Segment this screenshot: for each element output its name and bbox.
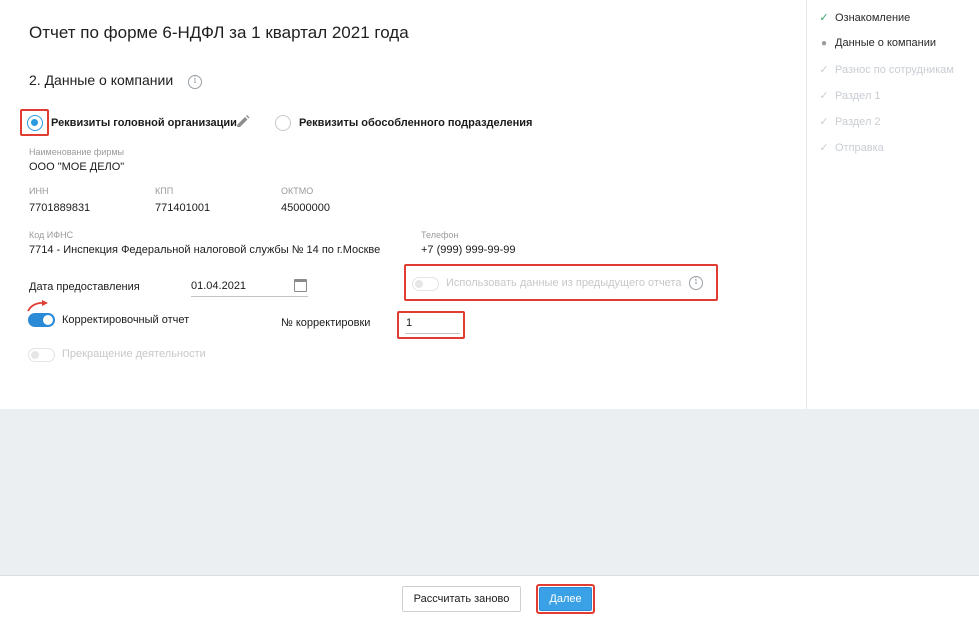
phone-label: Телефон	[421, 230, 459, 240]
termination-label: Прекращение деятельности	[62, 348, 206, 360]
background-area	[0, 409, 979, 575]
step-label: Данные о компании	[835, 37, 937, 49]
kpp-label: КПП	[155, 186, 174, 196]
step-label: Ознакомление	[835, 12, 911, 24]
calendar-icon[interactable]	[294, 279, 307, 292]
step-employees: ✓ Разнос по сотрудникам	[818, 63, 954, 76]
correction-toggle[interactable]	[28, 313, 55, 327]
ifns-value: 7714 - Инспекция Федеральной налоговой с…	[29, 244, 381, 256]
page-title: Отчет по форме 6-НДФЛ за 1 квартал 2021 …	[29, 23, 409, 42]
date-value: 01.04.2021	[191, 280, 247, 292]
date-input[interactable]: 01.04.2021	[191, 277, 308, 297]
correction-num-input[interactable]: 1	[405, 316, 460, 334]
check-icon: ✓	[819, 142, 829, 154]
radio-head-org-label[interactable]: Реквизиты головной организации	[51, 117, 237, 129]
radio-head-org[interactable]	[27, 115, 43, 131]
termination-toggle[interactable]	[28, 348, 55, 362]
check-icon: ✓	[819, 90, 829, 102]
kpp-value: 771401001	[155, 202, 211, 214]
pencil-icon[interactable]	[234, 114, 252, 130]
radio-branch-label[interactable]: Реквизиты обособленного подразделения	[299, 117, 532, 129]
check-icon: ✓	[819, 116, 829, 128]
recalculate-button[interactable]: Рассчитать заново	[402, 586, 521, 612]
next-button[interactable]: Далее	[539, 587, 592, 611]
date-label: Дата предоставления	[29, 281, 140, 293]
curved-arrow-icon	[25, 299, 53, 313]
phone-value: +7 (999) 999-99-99	[421, 244, 516, 256]
info-icon[interactable]: i	[689, 276, 703, 290]
oktmo-value: 45000000	[281, 202, 330, 214]
step-section-1: ✓ Раздел 1	[818, 89, 881, 102]
step-company-data[interactable]: ● Данные о компании	[818, 37, 936, 49]
correction-num-value: 1	[406, 317, 413, 329]
steps-sidebar	[806, 0, 979, 409]
inn-value: 7701889831	[29, 202, 91, 214]
inn-label: ИНН	[29, 186, 49, 196]
use-prev-toggle[interactable]	[412, 277, 439, 291]
correction-label: Корректировочный отчет	[62, 314, 190, 326]
use-prev-label: Использовать данные из предыдущего отчет…	[446, 277, 682, 289]
step-send: ✓ Отправка	[818, 141, 884, 154]
step-label: Разнос по сотрудникам	[835, 64, 954, 76]
company-name-value: ООО "МОЕ ДЕЛО"	[29, 161, 125, 173]
oktmo-label: ОКТМО	[281, 186, 314, 196]
company-name-label: Наименование фирмы	[29, 147, 124, 157]
correction-num-label: № корректировки	[281, 317, 371, 329]
current-step-dot-icon: ●	[820, 38, 828, 49]
step-label: Раздел 2	[835, 116, 881, 128]
ifns-label: Код ИФНС	[29, 230, 74, 240]
info-icon[interactable]: i	[188, 75, 202, 89]
step-label: Отправка	[835, 142, 884, 154]
step-label: Раздел 1	[835, 90, 881, 102]
step-familiarization[interactable]: ✓ Ознакомление	[818, 11, 910, 24]
section-title: 2. Данные о компании	[29, 72, 174, 88]
step-section-2: ✓ Раздел 2	[818, 115, 881, 128]
radio-branch[interactable]	[275, 115, 291, 131]
check-icon: ✓	[819, 64, 829, 76]
check-icon: ✓	[819, 12, 829, 24]
